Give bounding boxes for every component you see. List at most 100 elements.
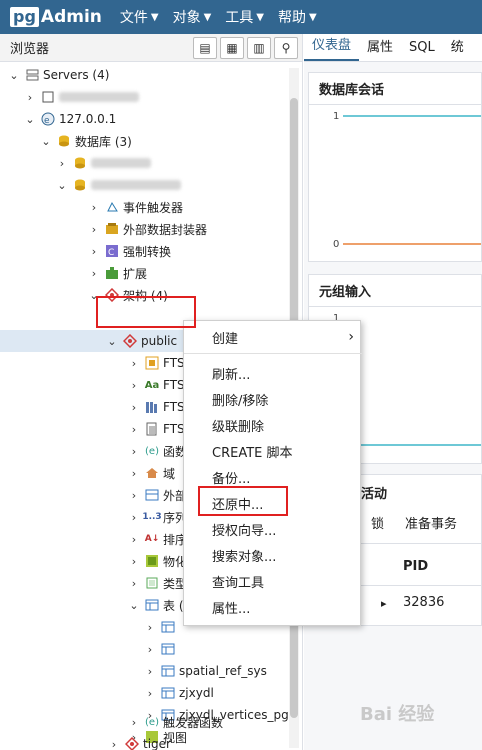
database-icon <box>72 155 88 171</box>
chevron-right-icon[interactable]: › <box>128 401 140 414</box>
tree-node-fts-config[interactable]: › FTS <box>128 352 185 374</box>
tree-node-fdw[interactable]: › 外部数据封装器 <box>88 218 207 240</box>
tree-node-fts-template[interactable]: › FTS <box>128 418 185 440</box>
filter-rows-button[interactable]: ▥ <box>247 36 271 59</box>
tree-node-domains[interactable]: › 域 <box>128 462 175 484</box>
ctx-query-tool[interactable]: 查询工具 <box>184 569 362 593</box>
chevron-right-icon[interactable]: › <box>128 533 140 546</box>
view-data-button[interactable]: ▦ <box>220 36 244 59</box>
tree-node-server-local[interactable]: ⌄ e 127.0.0.1 <box>24 108 116 130</box>
foreign-data-wrapper-icon <box>104 221 120 237</box>
tree-node-sequences[interactable]: › 1..3 序列 <box>128 506 187 528</box>
chevron-right-icon[interactable]: › <box>128 467 140 480</box>
chevron-right-icon[interactable]: › <box>128 577 140 590</box>
ctx-refresh[interactable]: 刷新... <box>184 361 362 385</box>
chevron-right-icon[interactable]: › <box>144 665 156 678</box>
tree-node-table-hidden-1[interactable]: › <box>144 616 179 638</box>
chevron-right-icon[interactable]: › <box>108 738 120 750</box>
chevron-down-icon[interactable]: ⌄ <box>24 113 36 126</box>
menu-tools[interactable]: 工具 ▼ <box>225 7 264 27</box>
tab-dashboard[interactable]: 仪表盘 <box>304 34 360 61</box>
tree-node-functions[interactable]: › (e) 函数 <box>128 440 187 462</box>
tree-node-server-blurred[interactable]: › <box>24 86 139 108</box>
chevron-right-icon[interactable]: › <box>128 716 140 729</box>
tree-label-public: public <box>141 334 178 348</box>
chevron-right-icon[interactable]: › <box>128 379 140 392</box>
ctx-properties[interactable]: 属性... <box>184 595 362 619</box>
chevron-right-icon[interactable]: › <box>128 489 140 502</box>
chevron-down-icon[interactable]: ⌄ <box>128 599 140 612</box>
tree-node-db-blurred-1[interactable]: › <box>56 152 151 174</box>
chevron-right-icon[interactable]: › <box>144 687 156 700</box>
chevron-right-icon[interactable]: › <box>128 357 140 370</box>
chevron-right-icon[interactable]: › <box>24 91 36 104</box>
tree-node-fts-parser[interactable]: › FTS <box>128 396 185 418</box>
table-icon <box>160 641 176 657</box>
ctx-create[interactable]: 创建 › <box>184 325 362 349</box>
filter-table-icon: ▥ <box>253 40 265 55</box>
menu-help[interactable]: 帮助 ▼ <box>278 7 317 27</box>
chevron-down-icon[interactable]: ⌄ <box>56 179 68 192</box>
chevron-right-icon[interactable]: › <box>128 511 140 524</box>
tree-label-tiger: tiger <box>143 737 171 750</box>
tree-node-servers[interactable]: ⌄ Servers (4) <box>8 64 109 86</box>
chevron-right-icon[interactable]: › <box>128 555 140 568</box>
tree-node-tables[interactable]: ⌄ 表 ( <box>128 594 183 616</box>
tree-node-table-hidden-2[interactable]: › <box>144 638 179 660</box>
ctx-create-script[interactable]: CREATE 脚本 <box>184 439 362 463</box>
tree-node-types[interactable]: › 类型 <box>128 572 187 594</box>
chevron-right-icon[interactable]: › <box>144 643 156 656</box>
ctx-delete[interactable]: 删除/移除 <box>184 387 362 411</box>
chevron-right-icon[interactable]: › <box>88 267 100 280</box>
chevron-right-icon[interactable]: › <box>88 223 100 236</box>
menu-file[interactable]: 文件 ▼ <box>120 7 159 27</box>
ctx-create-label: 创建 <box>212 331 239 347</box>
tables-icon <box>144 597 160 613</box>
menu-object[interactable]: 对象 ▼ <box>173 7 212 27</box>
schema-icon <box>122 333 138 349</box>
tree-node-table-spatial[interactable]: › spatial_ref_sys <box>144 660 267 682</box>
chevron-down-icon[interactable]: ⌄ <box>40 135 52 148</box>
tree-node-table-zjxydl[interactable]: › zjxydl <box>144 682 214 704</box>
chevron-down-icon[interactable]: ⌄ <box>106 335 118 348</box>
databases-icon <box>56 133 72 149</box>
tab-locks[interactable]: 锁 <box>371 513 384 532</box>
tab-sql[interactable]: SQL <box>401 40 443 61</box>
tree-node-casts[interactable]: › C 强制转换 <box>88 240 171 262</box>
tab-statistics[interactable]: 统 <box>443 36 472 61</box>
expand-row-icon[interactable]: ▸ <box>381 597 387 610</box>
tab-prepared-transactions[interactable]: 准备事务 <box>405 513 457 532</box>
ctx-delete-cascade[interactable]: 级联删除 <box>184 413 362 437</box>
table-icon <box>160 685 176 701</box>
ctx-search-objects[interactable]: 搜索对象... <box>184 543 362 567</box>
top-navbar: pg Admin 文件 ▼ 对象 ▼ 工具 ▼ 帮助 ▼ <box>0 0 482 34</box>
tree-node-db-blurred-2[interactable]: ⌄ <box>56 174 181 196</box>
tree-node-collations[interactable]: › A↓ 排序 <box>128 528 187 550</box>
tree-node-foreign-tables[interactable]: › 外部 <box>128 484 187 506</box>
tree-node-matviews[interactable]: › 物化 <box>128 550 187 572</box>
materialized-view-icon <box>144 553 160 569</box>
query-tool-button[interactable]: ▤ <box>193 36 217 59</box>
chevron-down-icon[interactable]: ⌄ <box>8 69 20 82</box>
tree-node-fts-dictionary[interactable]: › Aa FTS <box>128 374 185 396</box>
chevron-right-icon[interactable]: › <box>128 423 140 436</box>
foreign-table-icon <box>144 487 160 503</box>
tab-properties[interactable]: 属性 <box>359 36 401 61</box>
fts-parser-icon <box>144 399 160 415</box>
tree-node-tiger[interactable]: › tiger <box>108 733 171 750</box>
postgres-elephant-icon: e <box>40 111 56 127</box>
search-button[interactable]: ⚲ <box>274 36 298 59</box>
servers-icon <box>24 67 40 83</box>
chevron-right-icon[interactable]: › <box>88 245 100 258</box>
ctx-grant-wizard[interactable]: 授权向导... <box>184 517 362 541</box>
chevron-right-icon[interactable]: › <box>88 201 100 214</box>
tree-label-domains: 域 <box>163 466 176 481</box>
chevron-right-icon[interactable]: › <box>144 621 156 634</box>
tree-node-databases[interactable]: ⌄ 数据库 (3) <box>40 130 131 152</box>
tree-node-extensions[interactable]: › 扩展 <box>88 262 147 284</box>
tree-node-event-triggers[interactable]: › 事件触发器 <box>88 196 183 218</box>
table-header-pid: PID <box>403 559 429 574</box>
chevron-right-icon[interactable]: › <box>56 157 68 170</box>
tree-node-trigger-functions[interactable]: › (e) 触发器函数 <box>128 711 223 733</box>
chevron-right-icon[interactable]: › <box>128 445 140 458</box>
